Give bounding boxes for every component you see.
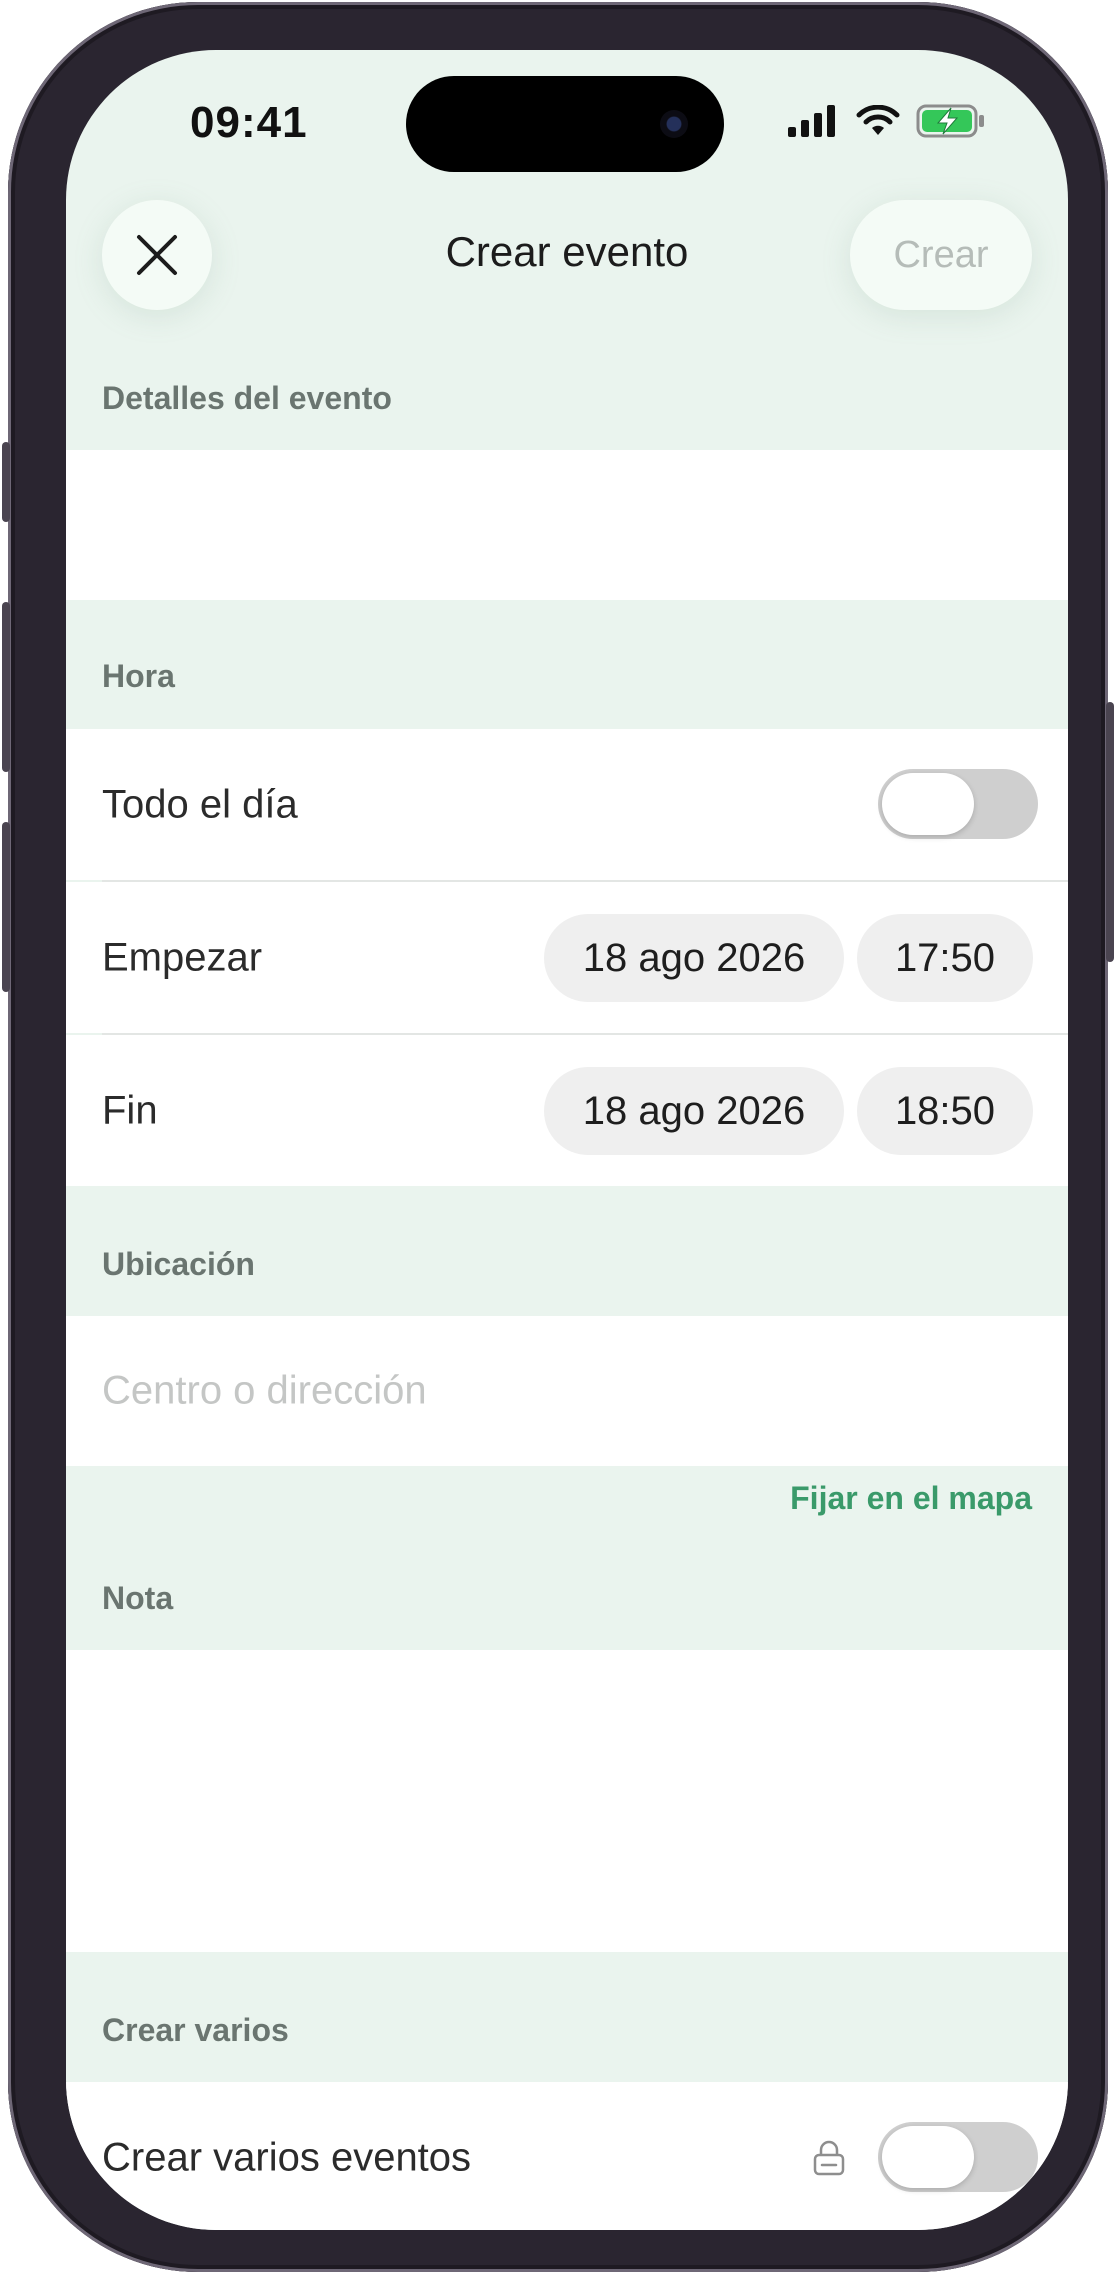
section-label-time: Hora (102, 658, 175, 694)
section-label-details: Detalles del evento (102, 380, 392, 416)
end-row: Fin 18 ago 2026 18:50 (66, 1035, 1068, 1186)
start-date-picker[interactable]: 18 ago 2026 (544, 914, 844, 1002)
multiple-events-toggle[interactable] (878, 2122, 1038, 2192)
multiple-events-label: Crear varios eventos (102, 2135, 472, 2180)
battery-charging-icon (916, 104, 984, 138)
status-time: 09:41 (190, 98, 308, 147)
pin-on-map-link[interactable]: Fijar en el mapa (790, 1480, 1032, 1517)
cellular-signal-icon (788, 105, 835, 137)
location-field[interactable]: Centro o dirección (66, 1316, 1068, 1466)
lock-icon (813, 2140, 845, 2176)
start-row: Empezar 18 ago 2026 17:50 (66, 882, 1068, 1033)
multiple-events-row: Crear varios eventos (66, 2082, 1068, 2230)
navigation-header: Crear evento Crear (66, 200, 1068, 310)
all-day-row: Todo el día (66, 729, 1068, 880)
wifi-icon (856, 105, 900, 135)
start-label: Empezar (102, 935, 263, 979)
action-button (2, 442, 10, 522)
app-screen: 09:41 Crear evento Crear Detalles del ev… (66, 50, 1068, 2230)
event-details-field[interactable] (66, 450, 1068, 600)
section-label-location: Ubicación (102, 1246, 255, 1282)
start-time-picker[interactable]: 17:50 (857, 914, 1033, 1002)
dynamic-island (406, 76, 724, 172)
toggle-knob (882, 773, 974, 835)
volume-down-button (2, 822, 10, 992)
status-icons (788, 104, 986, 138)
volume-up-button (2, 602, 10, 772)
all-day-toggle[interactable] (878, 769, 1038, 839)
front-camera (660, 110, 688, 138)
create-button[interactable]: Crear (850, 200, 1032, 310)
toggle-knob (882, 2126, 974, 2188)
section-label-note: Nota (102, 1580, 174, 1616)
section-label-multiple: Crear varios (102, 2012, 289, 2048)
power-button (1106, 702, 1114, 962)
phone-frame: 09:41 Crear evento Crear Detalles del ev… (2, 2, 1114, 2272)
all-day-label: Todo el día (102, 782, 298, 826)
end-label: Fin (102, 1088, 158, 1132)
note-field[interactable] (66, 1650, 1068, 1952)
end-date-picker[interactable]: 18 ago 2026 (544, 1067, 844, 1155)
end-time-picker[interactable]: 18:50 (857, 1067, 1033, 1155)
location-placeholder: Centro o dirección (102, 1368, 427, 1413)
